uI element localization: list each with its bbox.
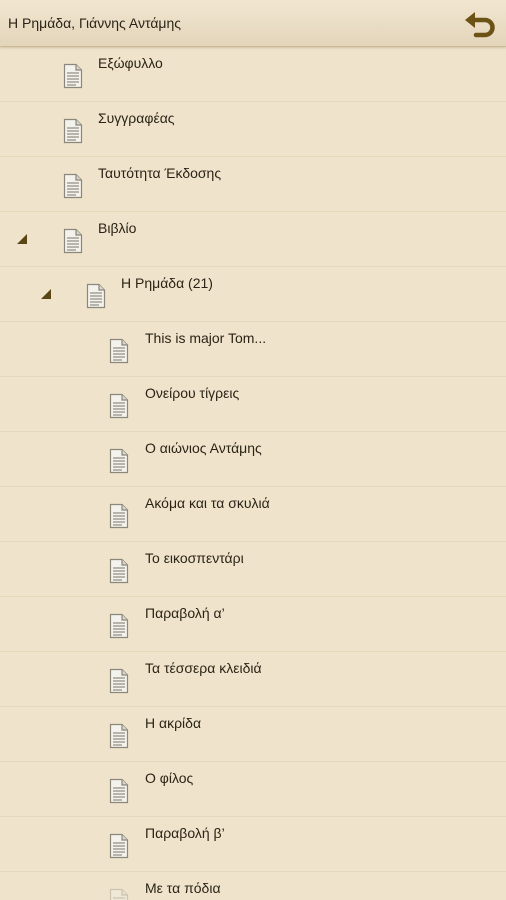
toc-item-label: This is major Tom... [145, 330, 267, 346]
app-window: Η Ρημάδα, Γιάννης Αντάμης Εξώφυλλο Συγγρα… [0, 0, 506, 900]
toc-item-label: Ο αιώνιος Αντάμης [145, 440, 262, 456]
document-icon [108, 723, 130, 749]
toc-item[interactable]: Παραβολή α’ [0, 597, 506, 652]
toc-item-label: Ακόμα και τα σκυλιά [145, 495, 270, 511]
toc-item-label: Ταυτότητα Έκδοσης [98, 165, 222, 181]
document-icon [108, 668, 130, 694]
document-icon [108, 393, 130, 419]
toc-item[interactable]: Με τα πόδια [0, 872, 506, 900]
document-icon [108, 888, 130, 900]
book-title: Η Ρημάδα, Γιάννης Αντάμης [8, 15, 182, 31]
toc-item-label: Το εικοσπεντάρι [145, 550, 244, 566]
document-icon [85, 283, 107, 309]
toc-item[interactable]: Παραβολή β’ [0, 817, 506, 872]
toc-item[interactable]: This is major Tom... [0, 322, 506, 377]
title-bar: Η Ρημάδα, Γιάννης Αντάμης [0, 0, 506, 47]
toc-item[interactable]: Συγγραφέας [0, 102, 506, 157]
document-icon [108, 338, 130, 364]
document-icon [62, 228, 84, 254]
toc-item[interactable]: Τα τέσσερα κλειδιά [0, 652, 506, 707]
document-icon [108, 833, 130, 859]
document-icon [108, 778, 130, 804]
toc-item-label: Εξώφυλλο [98, 55, 163, 71]
document-icon [62, 63, 84, 89]
toc-item[interactable]: Βιβλίο [0, 212, 506, 267]
toc-item[interactable]: Ο φίλος [0, 762, 506, 817]
document-icon [62, 118, 84, 144]
document-icon [108, 448, 130, 474]
document-icon [108, 503, 130, 529]
table-of-contents: Εξώφυλλο Συγγραφέας Ταυτότητα Έκδοσης Βιβλί… [0, 47, 506, 900]
toc-item[interactable]: Ο αιώνιος Αντάμης [0, 432, 506, 487]
toc-item-label: Η Ρημάδα (21) [121, 275, 213, 291]
toc-item[interactable]: Εξώφυλλο [0, 47, 506, 102]
document-icon [108, 558, 130, 584]
toc-item-label: Ο φίλος [145, 770, 194, 786]
toc-item-label: Παραβολή α’ [145, 605, 225, 621]
toc-item[interactable]: Η Ρημάδα (21) [0, 267, 506, 322]
back-button[interactable] [462, 6, 498, 42]
toc-item-label: Ονείρου τίγρεις [145, 385, 240, 401]
toc-item-label: Βιβλίο [98, 220, 137, 236]
toc-item-label: Με τα πόδια [145, 880, 221, 896]
expand-triangle-icon[interactable] [16, 232, 28, 244]
document-icon [62, 173, 84, 199]
toc-item-label: Παραβολή β’ [145, 825, 225, 841]
toc-item[interactable]: Ταυτότητα Έκδοσης [0, 157, 506, 212]
document-icon [108, 613, 130, 639]
toc-item[interactable]: Το εικοσπεντάρι [0, 542, 506, 597]
expand-triangle-icon[interactable] [40, 287, 52, 299]
toc-item-label: Η ακρίδα [145, 715, 202, 731]
toc-item[interactable]: Ονείρου τίγρεις [0, 377, 506, 432]
toc-item-label: Τα τέσσερα κλειδιά [145, 660, 262, 676]
back-arrow-icon [465, 12, 495, 38]
toc-item[interactable]: Ακόμα και τα σκυλιά [0, 487, 506, 542]
toc-item[interactable]: Η ακρίδα [0, 707, 506, 762]
toc-item-label: Συγγραφέας [98, 110, 175, 126]
